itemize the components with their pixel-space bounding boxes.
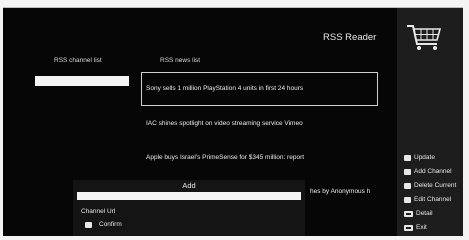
confirm-button[interactable]: Confirm (85, 221, 122, 228)
news-item-partial[interactable]: hes by Anonymous h (310, 188, 370, 195)
channel-list-item-selected[interactable] (35, 76, 129, 86)
news-item[interactable]: IAC shines spotlight on video streaming … (146, 120, 303, 127)
tv-screen: RSS Reader RSS channel list RSS news lis… (3, 7, 463, 236)
exit-key-icon (404, 224, 413, 231)
white-square-icon (404, 154, 411, 161)
channel-list-heading: RSS channel list (54, 57, 102, 64)
news-item-selected[interactable]: Sony sells 1 million PlayStation 4 units… (141, 72, 378, 106)
shopping-cart-icon (407, 25, 442, 50)
page-title: RSS Reader (323, 32, 377, 43)
detail-button[interactable]: Detail (404, 210, 433, 217)
ok-key-icon (404, 210, 413, 217)
white-square-icon (404, 182, 411, 189)
news-item[interactable]: Apple buys Israel's PrimeSense for $345 … (146, 154, 304, 161)
add-channel-dialog: Add Channel Url Confirm (73, 180, 305, 236)
channel-url-label: Channel Url (81, 208, 116, 215)
channel-url-input[interactable] (77, 192, 301, 200)
add-channel-button[interactable]: Add Channel (404, 168, 452, 175)
white-square-icon (404, 168, 411, 175)
exit-button[interactable]: Exit (404, 224, 427, 231)
white-square-icon (404, 196, 411, 203)
news-list-heading: RSS news list (160, 57, 201, 64)
edit-channel-button[interactable]: Edit Channel (404, 196, 451, 203)
dialog-title: Add (182, 181, 196, 190)
delete-current-button[interactable]: Delete Current (404, 182, 456, 189)
update-button[interactable]: Update (404, 154, 435, 161)
white-square-icon (85, 221, 92, 228)
